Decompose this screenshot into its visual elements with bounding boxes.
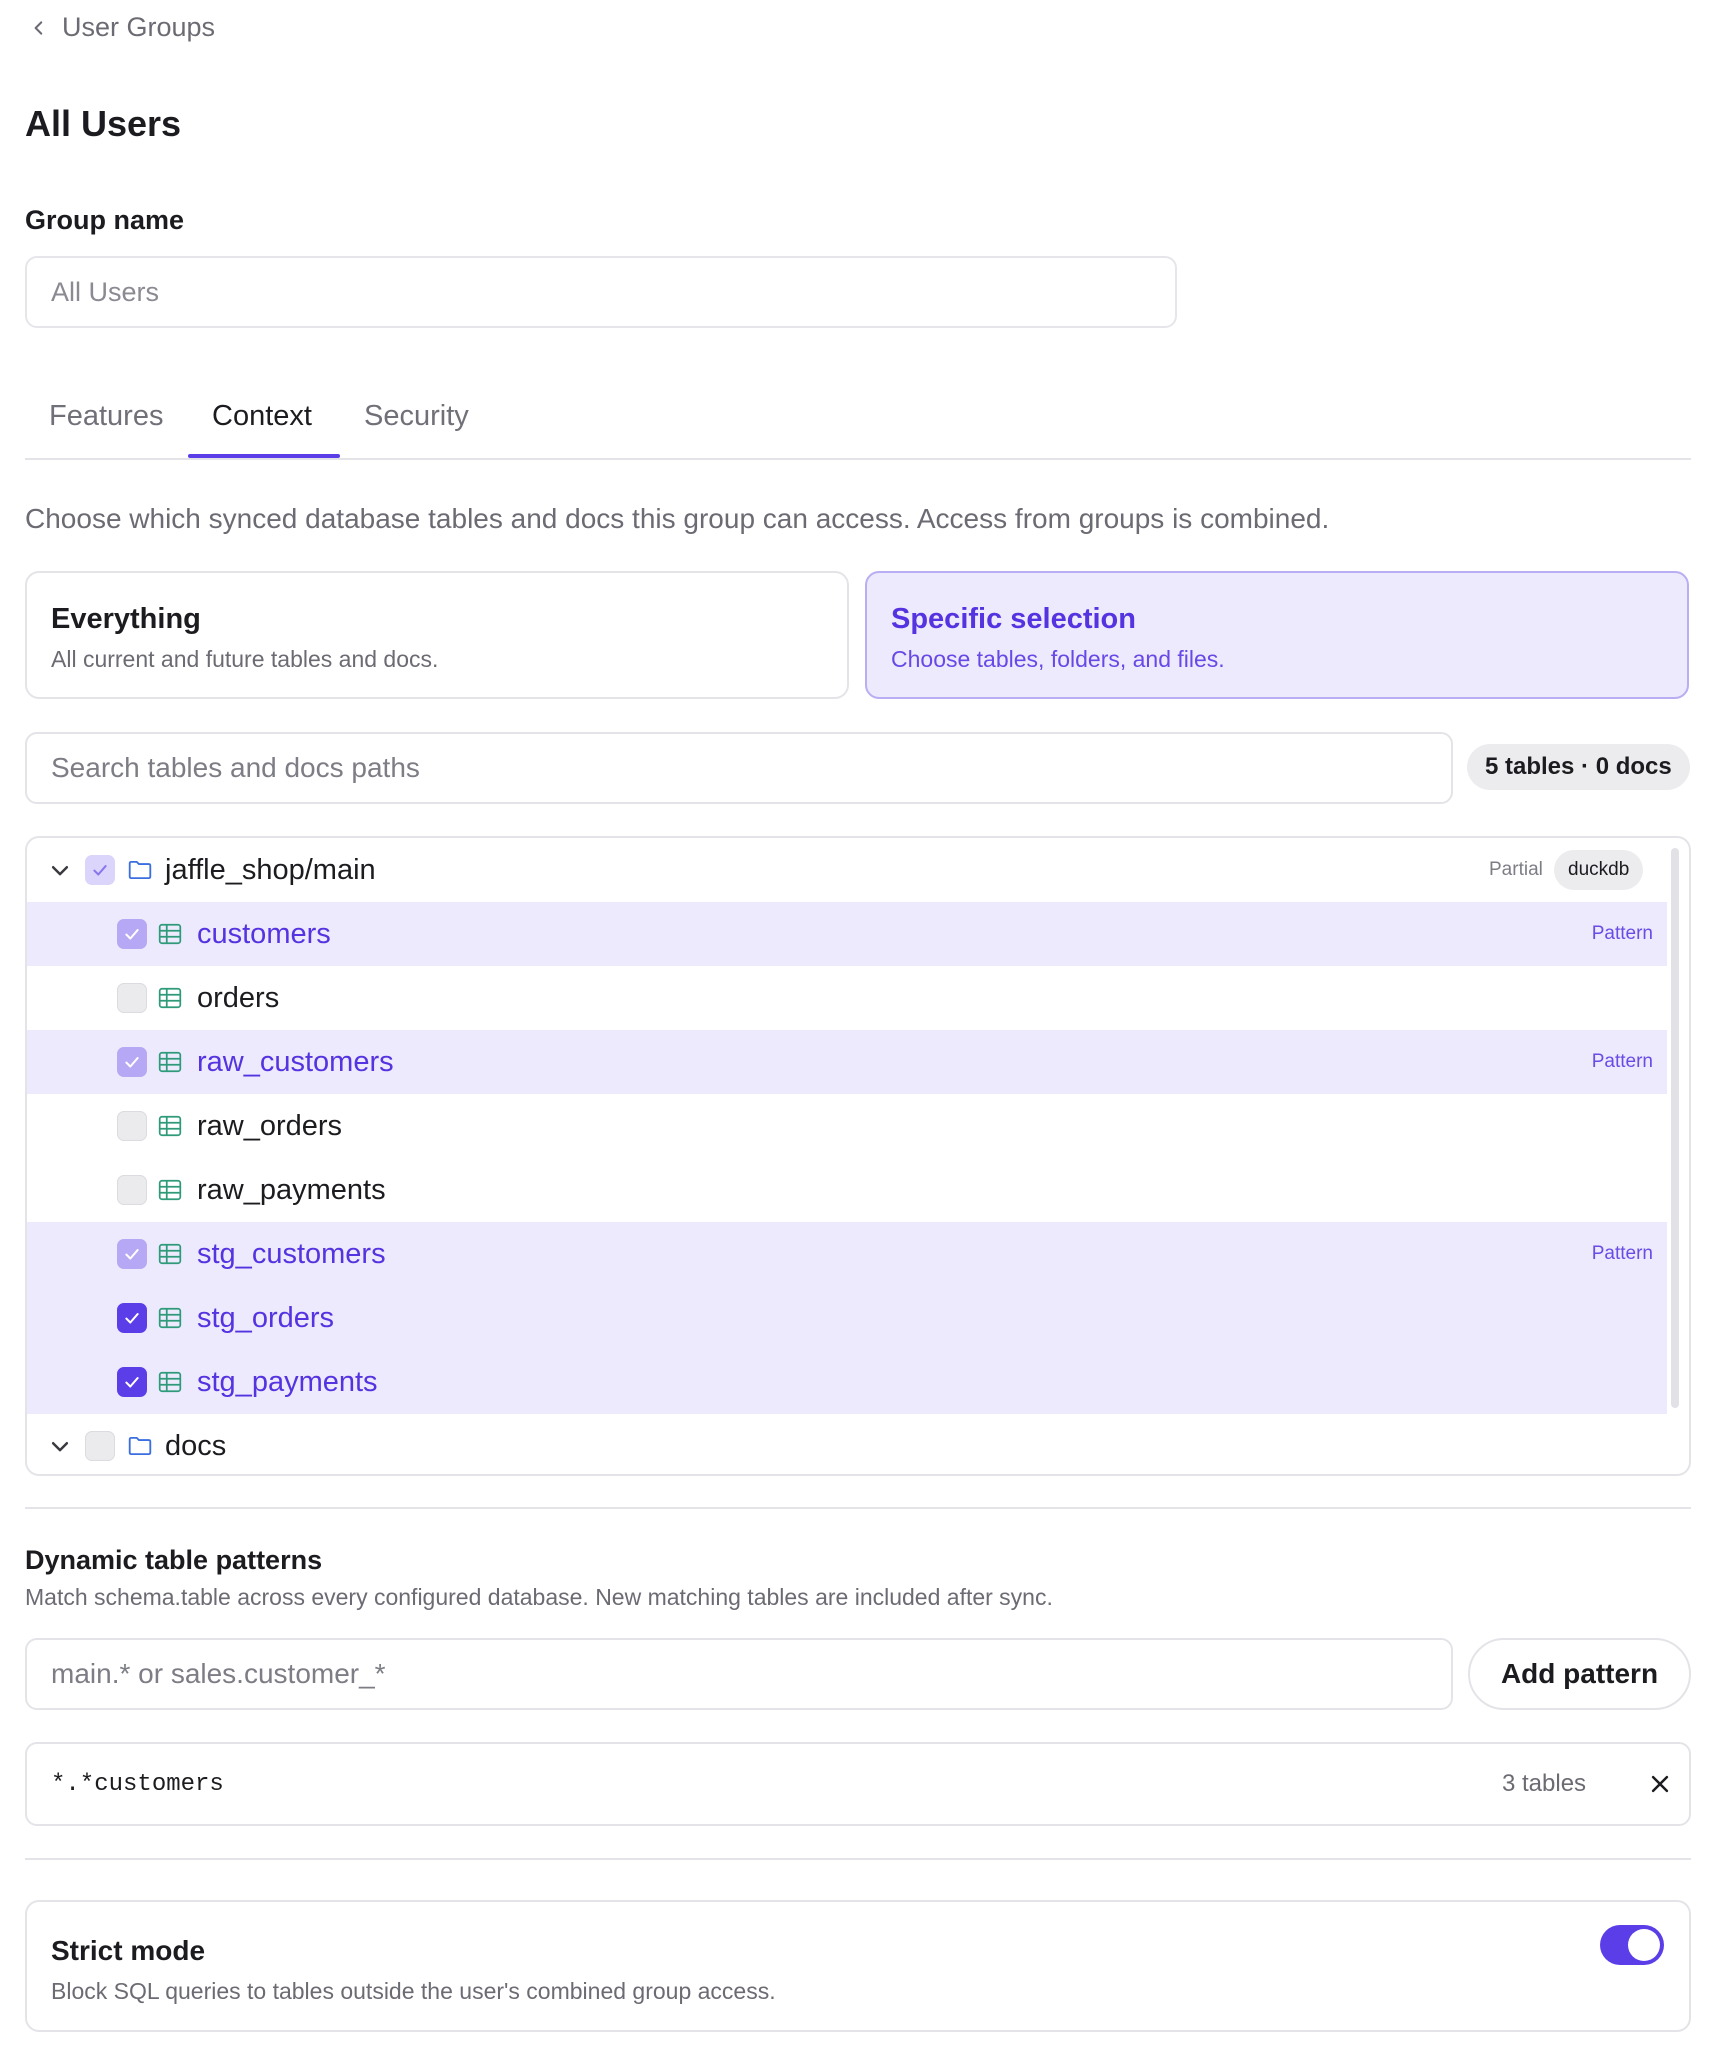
table-checkbox[interactable] xyxy=(117,1175,147,1205)
option-specific-selection[interactable]: Specific selection Choose tables, folder… xyxy=(865,571,1689,699)
table-name: raw_customers xyxy=(197,1045,394,1078)
table-checkbox[interactable] xyxy=(117,983,147,1013)
check-icon xyxy=(125,929,139,940)
dynamic-patterns-subtitle: Match schema.table across every configur… xyxy=(25,1584,1053,1610)
table-name: stg_customers xyxy=(197,1237,386,1270)
selection-count-badge: 5 tables · 0 docs xyxy=(1467,744,1690,790)
group-name-input[interactable] xyxy=(25,256,1177,328)
close-icon[interactable] xyxy=(1649,1773,1671,1795)
table-name: raw_payments xyxy=(197,1173,386,1206)
pattern-input[interactable]: main.* or sales.customer_* xyxy=(25,1638,1453,1710)
table-name: raw_orders xyxy=(197,1109,343,1142)
table-checkbox[interactable] xyxy=(117,1303,147,1333)
table-row[interactable]: raw_payments xyxy=(27,1158,1667,1222)
table-icon xyxy=(158,1115,182,1137)
table-icon xyxy=(158,1307,182,1329)
pattern-row: *.*customers 3 tables xyxy=(25,1742,1691,1826)
check-icon xyxy=(125,1377,139,1388)
source-badge: duckdb xyxy=(1554,850,1644,890)
folder-name: jaffle_shop/main xyxy=(165,853,376,886)
table-icon xyxy=(158,1243,182,1265)
tab-context[interactable]: Context xyxy=(212,390,312,460)
tab-features[interactable]: Features xyxy=(49,390,163,460)
table-icon xyxy=(158,1179,182,1201)
back-link[interactable]: User Groups xyxy=(30,12,215,43)
chevron-down-icon[interactable] xyxy=(49,859,71,881)
chevron-down-icon[interactable] xyxy=(49,1435,71,1457)
table-row[interactable]: orders xyxy=(27,966,1667,1030)
tables-search-input[interactable]: Search tables and docs paths xyxy=(25,732,1453,804)
table-tree: jaffle_shop/main Partial duckdb customer… xyxy=(25,836,1691,1476)
table-icon xyxy=(158,923,182,945)
strict-mode-title: Strict mode xyxy=(51,1935,206,1966)
tab-security[interactable]: Security xyxy=(364,390,469,460)
folder-icon xyxy=(128,860,152,880)
table-name: stg_orders xyxy=(197,1301,335,1334)
pattern-tag: Pattern xyxy=(1591,923,1653,944)
tab-bar: Features Context Security xyxy=(25,390,1691,460)
table-row[interactable]: customers Pattern xyxy=(27,902,1667,966)
table-name: stg_payments xyxy=(197,1365,378,1398)
option-everything-subtitle: All current and future tables and docs. xyxy=(51,646,439,672)
option-everything-title: Everything xyxy=(51,603,201,635)
tree-docs-row[interactable]: docs xyxy=(27,1414,1667,1474)
option-everything[interactable]: Everything All current and future tables… xyxy=(25,571,849,699)
pattern-tag: Pattern xyxy=(1591,1051,1653,1072)
check-icon xyxy=(93,865,107,876)
pattern-match-count: 3 tables xyxy=(1502,1770,1587,1797)
pattern-text: *.*customers xyxy=(51,1770,224,1798)
table-checkbox[interactable] xyxy=(117,919,147,949)
toggle-knob xyxy=(1628,1929,1660,1961)
strict-mode-subtitle: Block SQL queries to tables outside the … xyxy=(51,1978,776,2004)
page-title: All Users xyxy=(25,103,182,144)
table-row[interactable]: stg_customers Pattern xyxy=(27,1222,1667,1286)
option-specific-subtitle: Choose tables, folders, and files. xyxy=(891,646,1225,672)
table-row[interactable]: raw_customers Pattern xyxy=(27,1030,1667,1094)
context-description: Choose which synced database tables and … xyxy=(25,503,1330,534)
table-row[interactable]: raw_orders xyxy=(27,1094,1667,1158)
table-icon xyxy=(158,987,182,1009)
table-checkbox[interactable] xyxy=(117,1367,147,1397)
back-link-label: User Groups xyxy=(62,12,216,42)
strict-mode-toggle[interactable] xyxy=(1600,1925,1664,1965)
group-name-label: Group name xyxy=(25,205,185,235)
table-checkbox[interactable] xyxy=(117,1239,147,1269)
folder-checkbox[interactable] xyxy=(85,855,115,885)
active-tab-indicator xyxy=(188,454,340,458)
table-icon xyxy=(158,1051,182,1073)
check-icon xyxy=(125,1057,139,1068)
option-specific-title: Specific selection xyxy=(891,603,1136,635)
tree-folder-row[interactable]: jaffle_shop/main Partial duckdb xyxy=(27,838,1667,902)
table-checkbox[interactable] xyxy=(117,1047,147,1077)
add-pattern-button[interactable]: Add pattern xyxy=(1468,1638,1691,1710)
folder-icon xyxy=(128,1436,152,1456)
table-icon xyxy=(158,1371,182,1393)
pattern-tag: Pattern xyxy=(1591,1243,1653,1264)
section-divider xyxy=(25,1858,1691,1860)
folder-status: Partial xyxy=(1489,859,1543,880)
dynamic-patterns-title: Dynamic table patterns xyxy=(25,1545,323,1575)
chevron-left-icon xyxy=(34,20,43,35)
docs-checkbox[interactable] xyxy=(85,1431,115,1461)
strict-mode-card: Strict mode Block SQL queries to tables … xyxy=(25,1900,1691,2032)
table-row[interactable]: stg_orders xyxy=(27,1286,1667,1350)
check-icon xyxy=(125,1249,139,1260)
section-divider xyxy=(25,1507,1691,1509)
table-name: orders xyxy=(197,981,280,1014)
tree-scrollbar[interactable] xyxy=(1671,848,1679,1408)
table-name: customers xyxy=(197,917,331,950)
table-row[interactable]: stg_payments xyxy=(27,1350,1667,1414)
docs-folder-name: docs xyxy=(165,1429,227,1462)
check-icon xyxy=(125,1313,139,1324)
table-checkbox[interactable] xyxy=(117,1111,147,1141)
